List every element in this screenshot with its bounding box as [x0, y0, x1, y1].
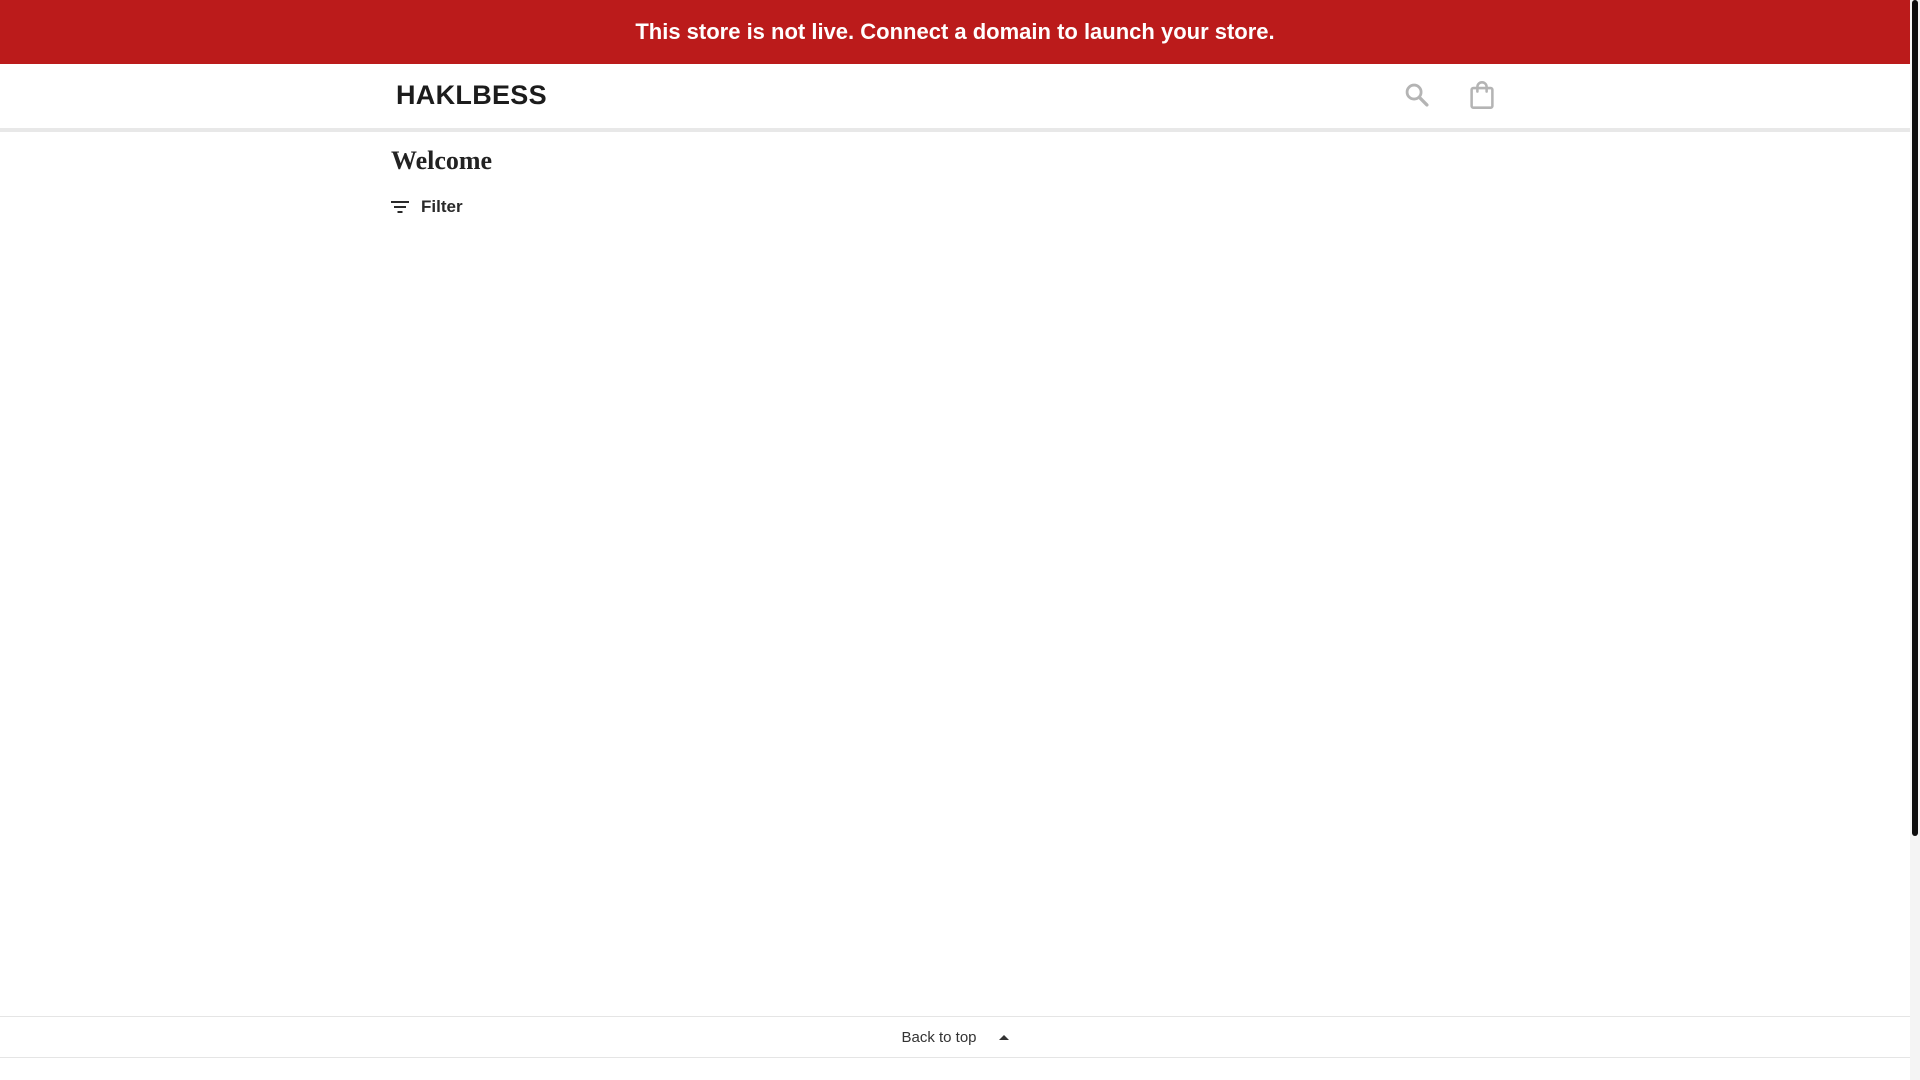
- storefront-page: This store is not live. Connect a domain…: [0, 0, 1910, 1080]
- site-footer: Back to top: [0, 1016, 1910, 1058]
- filter-button[interactable]: Filter: [391, 197, 463, 217]
- back-to-top-button[interactable]: Back to top: [901, 1028, 1009, 1046]
- page-title: Welcome: [391, 146, 493, 175]
- cart-button[interactable]: [1465, 78, 1499, 112]
- filter-icon: [391, 201, 409, 213]
- search-icon: [1405, 83, 1429, 107]
- announcement-bar: This store is not live. Connect a domain…: [0, 0, 1910, 64]
- shopping-bag-icon: [1470, 81, 1494, 109]
- back-to-top-label: Back to top: [901, 1028, 977, 1046]
- search-button[interactable]: [1400, 78, 1434, 112]
- site-header: HAKLBESS: [0, 64, 1910, 132]
- scrollbar-thumb[interactable]: [1912, 0, 1918, 836]
- store-logo[interactable]: HAKLBESS: [396, 80, 547, 111]
- page-scrollbar[interactable]: [1910, 0, 1920, 1080]
- caret-up-icon: [998, 1034, 1009, 1040]
- announcement-text: This store is not live. Connect a domain…: [635, 19, 1275, 44]
- filter-label: Filter: [421, 197, 463, 216]
